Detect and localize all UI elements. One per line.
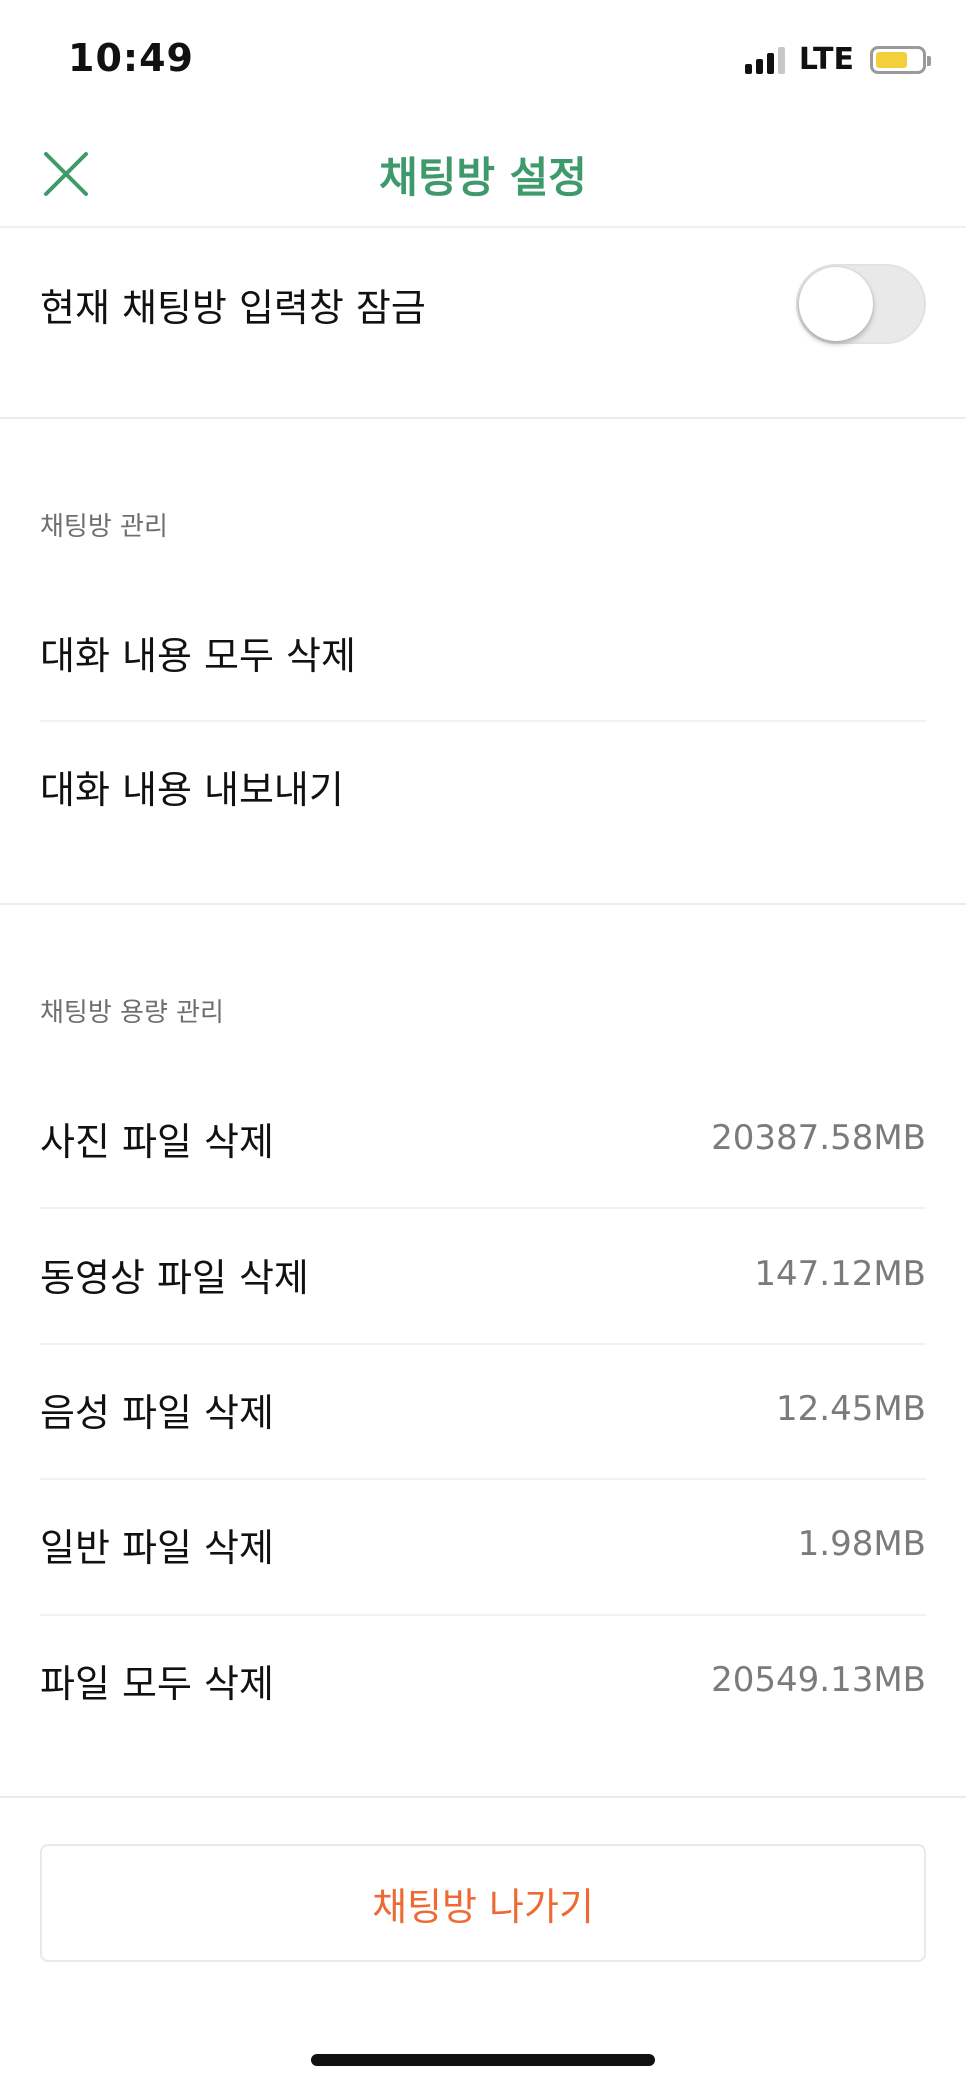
file-size: 147.12MB xyxy=(754,1254,926,1294)
lock-input-label: 현재 채팅방 입력창 잠금 xyxy=(40,285,426,330)
header: 채팅방 설정 xyxy=(0,116,966,228)
leave-chat-button[interactable]: 채팅방 나가기 xyxy=(40,1844,926,1962)
list-item-label: 음성 파일 삭제 xyxy=(40,1390,274,1435)
section-divider xyxy=(0,903,966,905)
delete-photos-item[interactable]: 사진 파일 삭제 20387.58MB xyxy=(40,1096,926,1180)
file-size: 12.45MB xyxy=(776,1389,926,1429)
item-divider xyxy=(40,1478,926,1480)
delete-all-files-item[interactable]: 파일 모두 삭제 20549.13MB xyxy=(40,1638,926,1722)
page-title: 채팅방 설정 xyxy=(379,153,587,202)
status-bar: 10:49 LTE xyxy=(0,0,966,116)
network-type: LTE xyxy=(798,42,854,77)
delete-all-messages-item[interactable]: 대화 내용 모두 삭제 xyxy=(40,610,926,694)
lock-input-row: 현재 채팅방 입력창 잠금 xyxy=(40,264,926,344)
file-size: 1.98MB xyxy=(797,1524,926,1564)
status-indicators: LTE xyxy=(744,42,931,77)
item-divider xyxy=(40,1207,926,1209)
toggle-knob xyxy=(799,267,873,341)
list-item-label: 사진 파일 삭제 xyxy=(40,1119,274,1164)
list-item-label: 파일 모두 삭제 xyxy=(40,1661,274,1706)
delete-videos-item[interactable]: 동영상 파일 삭제 147.12MB xyxy=(40,1232,926,1316)
section-title-chat-management: 채팅방 관리 xyxy=(40,512,168,542)
item-divider xyxy=(40,1343,926,1345)
item-divider xyxy=(40,1614,926,1616)
list-item-label: 동영상 파일 삭제 xyxy=(40,1255,309,1300)
battery-fill xyxy=(876,51,907,68)
delete-general-files-item[interactable]: 일반 파일 삭제 1.98MB xyxy=(40,1502,926,1586)
home-indicator xyxy=(311,2054,655,2066)
item-divider xyxy=(40,720,926,722)
section-title-storage-management: 채팅방 용량 관리 xyxy=(40,998,224,1028)
signal-icon xyxy=(744,46,785,74)
lock-input-toggle[interactable] xyxy=(796,264,926,344)
delete-voice-item[interactable]: 음성 파일 삭제 12.45MB xyxy=(40,1367,926,1451)
file-size: 20387.58MB xyxy=(711,1118,926,1158)
list-item-label: 대화 내용 내보내기 xyxy=(40,767,344,812)
section-divider xyxy=(0,1796,966,1798)
export-messages-item[interactable]: 대화 내용 내보내기 xyxy=(40,744,926,828)
section-divider xyxy=(0,417,966,419)
file-size: 20549.13MB xyxy=(711,1660,926,1700)
list-item-label: 대화 내용 모두 삭제 xyxy=(40,633,356,678)
battery-icon xyxy=(870,45,931,74)
status-time: 10:49 xyxy=(68,36,194,80)
list-item-label: 일반 파일 삭제 xyxy=(40,1525,274,1570)
